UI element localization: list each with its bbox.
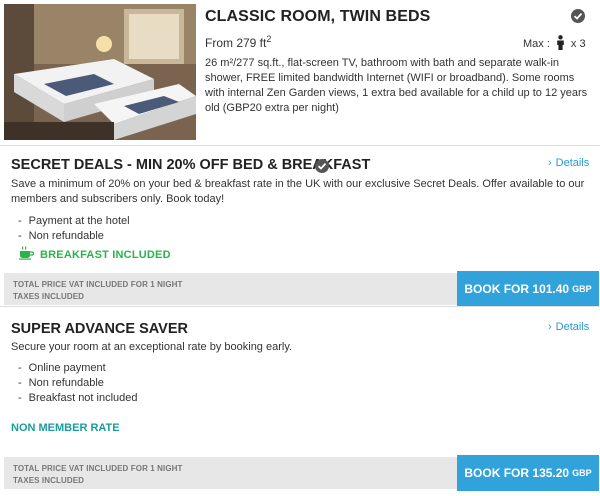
book-button-currency: GBP xyxy=(572,468,592,478)
condition-item: Breakfast not included xyxy=(18,391,138,406)
offer-divider xyxy=(0,306,600,307)
room-card: CLASSIC ROOM, TWIN BEDS From 279 ft2 Max… xyxy=(0,0,600,146)
condition-item: Non refundable xyxy=(18,376,138,391)
person-icon xyxy=(556,35,565,53)
chevron-right-icon: › xyxy=(548,157,552,169)
condition-item: Non refundable xyxy=(18,229,130,244)
room-size-exponent: 2 xyxy=(266,34,272,44)
offer-description: Secure your room at an exceptional rate … xyxy=(11,341,293,353)
max-value: x 3 xyxy=(570,38,586,50)
price-summary: TOTAL PRICE VAT INCLUDED FOR 1 NIGHT TAX… xyxy=(4,457,457,489)
coffee-cup-icon xyxy=(19,246,35,263)
offer-title: SUPER ADVANCE SAVER xyxy=(11,321,188,337)
condition-item: Payment at the hotel xyxy=(18,214,130,229)
check-badge-icon xyxy=(315,159,329,173)
price-line-2: TAXES INCLUDED xyxy=(13,476,85,485)
price-summary: TOTAL PRICE VAT INCLUDED FOR 1 NIGHT TAX… xyxy=(4,273,457,305)
badge-label: BREAKFAST INCLUDED xyxy=(40,248,171,261)
book-button-currency: GBP xyxy=(572,284,592,294)
offer-card: SECRET DEALS - MIN 20% OFF BED & BREAKFA… xyxy=(0,146,600,307)
room-size-value: From 279 ft xyxy=(205,36,267,50)
book-button[interactable]: BOOK FOR 135.20 GBP xyxy=(457,455,599,491)
price-line-2: TAXES INCLUDED xyxy=(13,292,85,301)
rate-type-label: NON MEMBER RATE xyxy=(11,422,120,434)
room-title: CLASSIC ROOM, TWIN BEDS xyxy=(205,8,431,25)
offer-conditions: Online payment Non refundable Breakfast … xyxy=(18,361,138,406)
condition-item: Online payment xyxy=(18,361,138,376)
room-photo-illustration xyxy=(4,4,196,140)
offer-description: Save a minimum of 20% on your bed & brea… xyxy=(11,178,585,205)
price-line-1: TOTAL PRICE VAT INCLUDED FOR 1 NIGHT xyxy=(13,464,183,473)
breakfast-badge: BREAKFAST INCLUDED xyxy=(19,246,171,263)
room-description: 26 m²/277 sq.ft., flat-screen TV, bathro… xyxy=(205,57,588,114)
room-max-occupancy: Max : x 3 xyxy=(523,35,586,53)
details-link[interactable]: › Details xyxy=(548,321,589,333)
details-label: Details xyxy=(555,321,590,333)
check-badge-icon xyxy=(571,9,585,23)
offer-card: SUPER ADVANCE SAVER › Details Secure your… xyxy=(0,307,600,496)
book-button-label: BOOK FOR 135.20 xyxy=(464,466,570,480)
details-link[interactable]: › Details xyxy=(548,157,589,169)
price-line-1: TOTAL PRICE VAT INCLUDED FOR 1 NIGHT xyxy=(13,280,183,289)
max-label: Max : xyxy=(523,38,550,50)
book-button[interactable]: BOOK FOR 101.40 GBP xyxy=(457,271,599,307)
details-label: Details xyxy=(555,157,590,169)
book-button-label: BOOK FOR 101.40 xyxy=(464,282,570,296)
room-photo[interactable] xyxy=(4,4,196,140)
room-size: From 279 ft2 xyxy=(205,34,271,50)
chevron-right-icon: › xyxy=(548,321,552,333)
offer-conditions: Payment at the hotel Non refundable xyxy=(18,214,130,244)
